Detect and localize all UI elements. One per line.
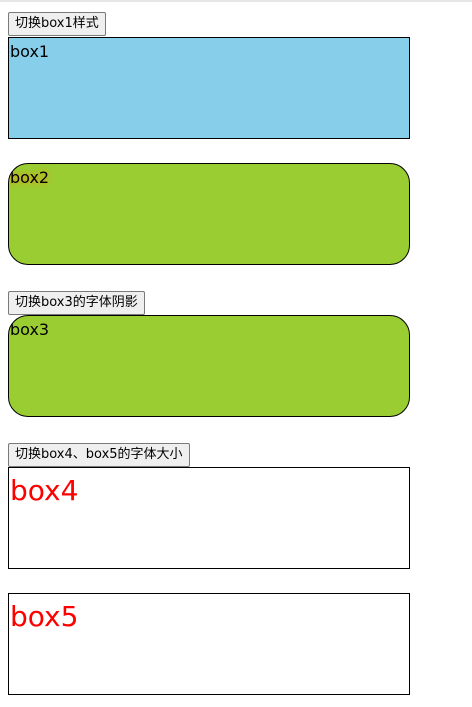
toggle-box4-box5-font-size-button[interactable]: 切换box4、box5的字体大小	[8, 443, 190, 467]
toggle-box3-text-shadow-button[interactable]: 切换box3的字体阴影	[8, 291, 145, 315]
top-divider	[0, 0, 472, 2]
box2: box2	[8, 163, 410, 265]
box1: box1	[8, 37, 410, 139]
box4-label: box4	[10, 474, 79, 507]
box3-label: box3	[10, 320, 50, 339]
box3: box3	[8, 315, 410, 417]
box5-label: box5	[10, 600, 79, 633]
box4: box4	[8, 467, 410, 569]
box2-label: box2	[10, 168, 50, 187]
box5: box5	[8, 593, 410, 695]
box1-label: box1	[10, 42, 50, 61]
toggle-box1-style-button[interactable]: 切换box1样式	[8, 12, 106, 36]
